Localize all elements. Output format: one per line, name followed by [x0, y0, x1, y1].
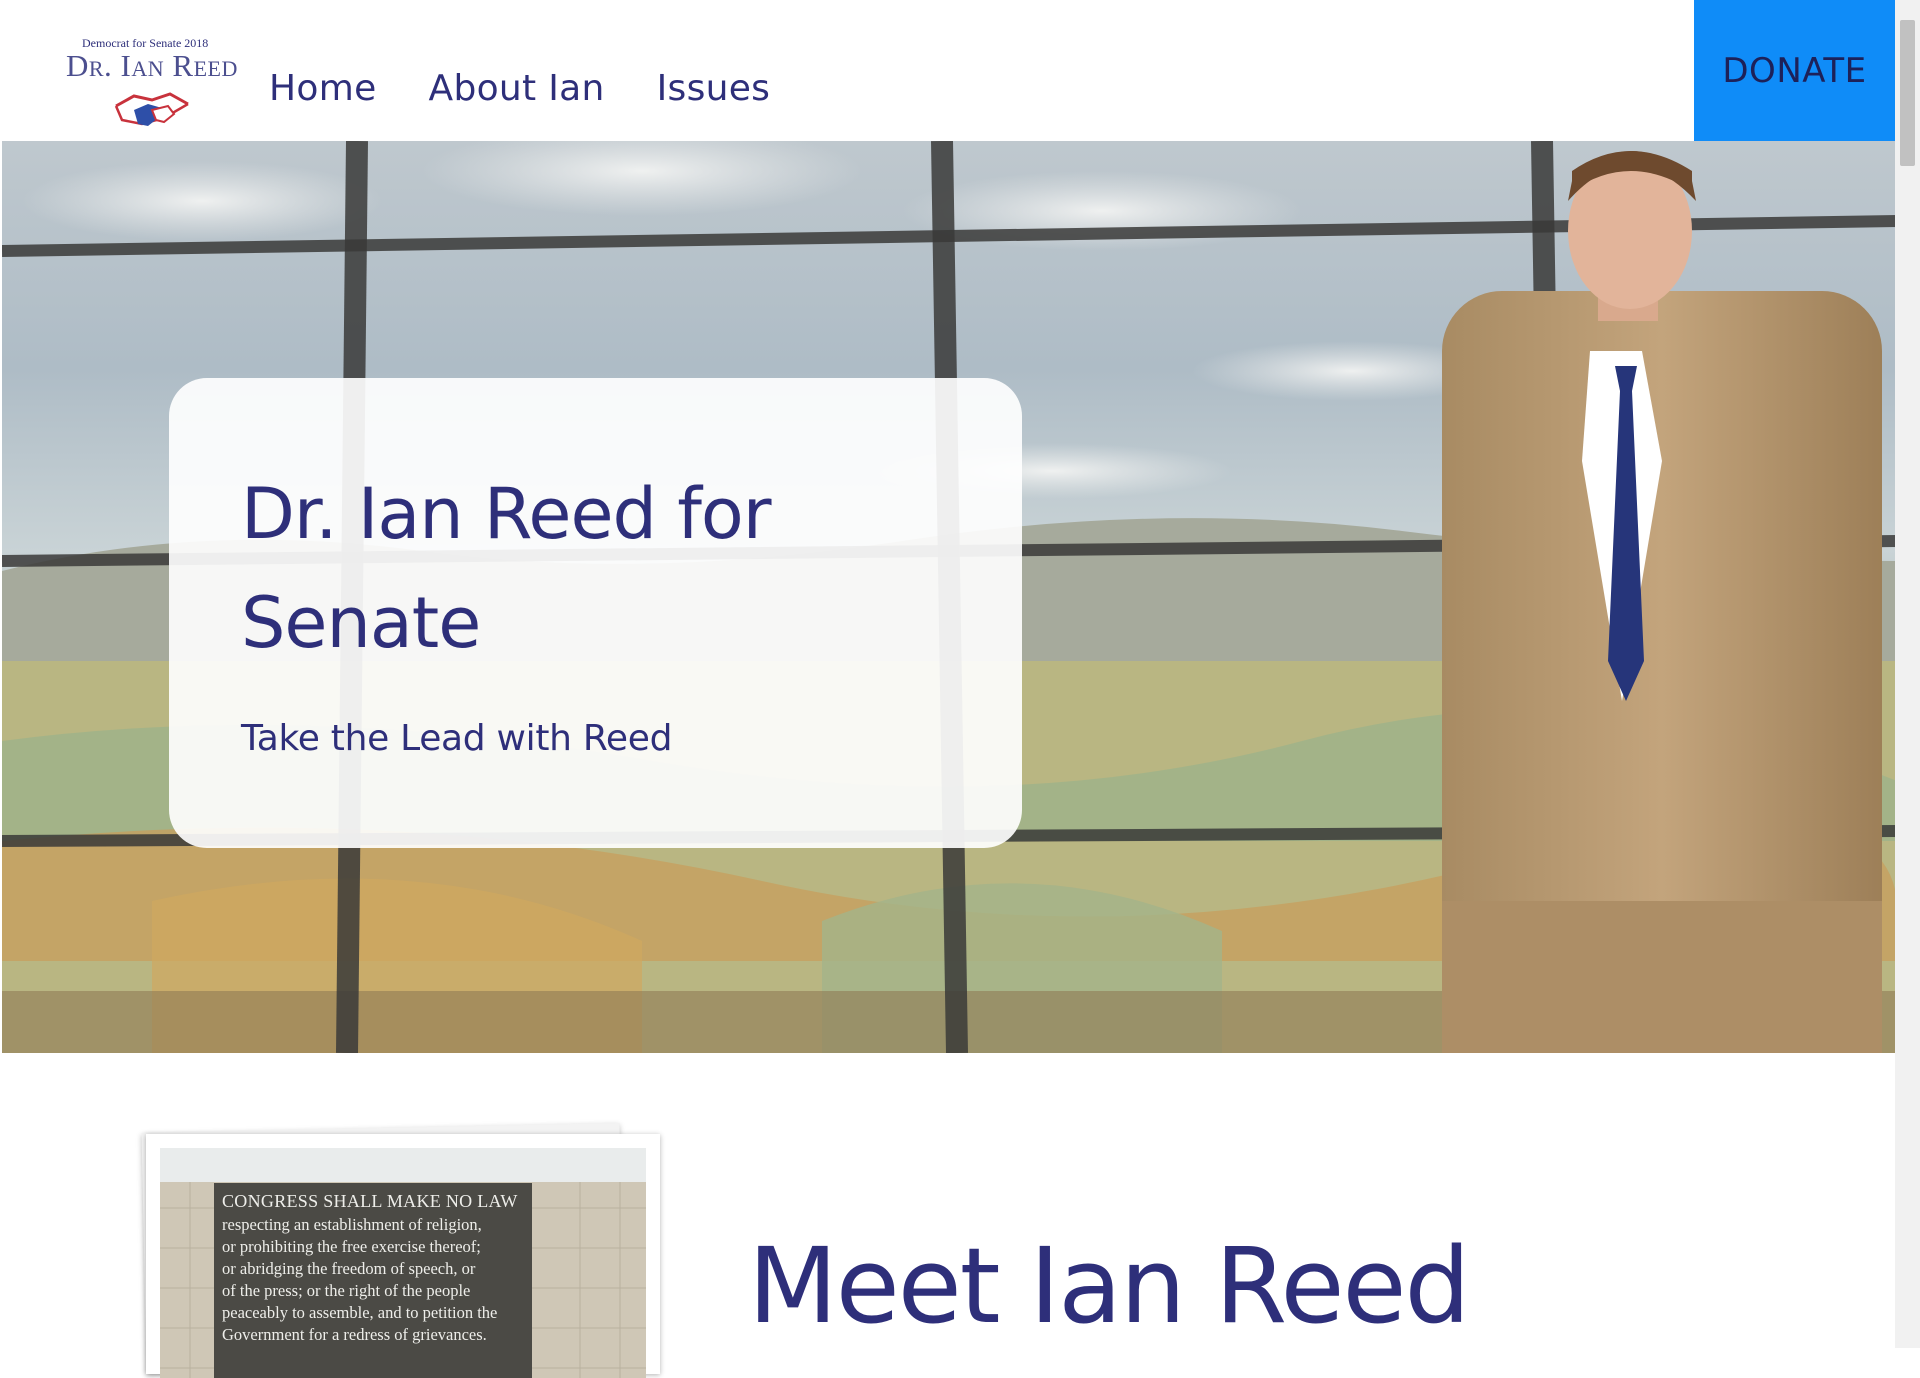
nav-about-ian[interactable]: About Ian: [429, 68, 605, 109]
nav-issues[interactable]: Issues: [657, 68, 771, 109]
campaign-logo[interactable]: Democrat for Senate 2018 Dr. Ian Reed: [64, 34, 240, 130]
hero-banner: Dr. Ian Reed for Senate Take the Lead wi…: [2, 141, 1897, 1053]
plaque-heading: CONGRESS SHALL MAKE NO LAW: [222, 1191, 518, 1211]
donate-button[interactable]: DONATE: [1694, 0, 1895, 141]
plaque-line: peaceably to assemble, and to petition t…: [222, 1303, 498, 1322]
nav-home[interactable]: Home: [269, 68, 377, 109]
photo-frame: CONGRESS SHALL MAKE NO LAW respecting an…: [146, 1134, 660, 1378]
hero-card: Dr. Ian Reed for Senate Take the Lead wi…: [169, 378, 1022, 848]
plaque-line: of the press; or the right of the people: [222, 1281, 471, 1300]
page-scrollbar[interactable]: [1895, 0, 1920, 1348]
meet-section-title: Meet Ian Reed: [748, 1225, 1470, 1347]
site-header: Democrat for Senate 2018 Dr. Ian Reed Ho…: [0, 0, 1895, 141]
handshake-icon: [114, 92, 189, 126]
plaque-line: or abridging the freedom of speech, or: [222, 1259, 476, 1278]
plaque-line: Government for a redress of grievances.: [222, 1325, 487, 1344]
plaque: CONGRESS SHALL MAKE NO LAW respecting an…: [214, 1183, 532, 1378]
hero-title: Dr. Ian Reed for Senate: [241, 473, 771, 664]
first-amendment-photo: CONGRESS SHALL MAKE NO LAW respecting an…: [160, 1148, 646, 1378]
plaque-line: or prohibiting the free exercise thereof…: [222, 1237, 481, 1256]
hero-subtitle: Take the Lead with Reed: [241, 718, 673, 759]
main-nav: Home About Ian Issues: [269, 68, 770, 109]
plaque-line: respecting an establishment of religion,: [222, 1215, 482, 1234]
logo-name: Dr. Ian Reed: [66, 48, 238, 83]
scrollbar-thumb[interactable]: [1900, 20, 1915, 166]
plaque-text: CONGRESS SHALL MAKE NO LAW respecting an…: [222, 1191, 532, 1346]
